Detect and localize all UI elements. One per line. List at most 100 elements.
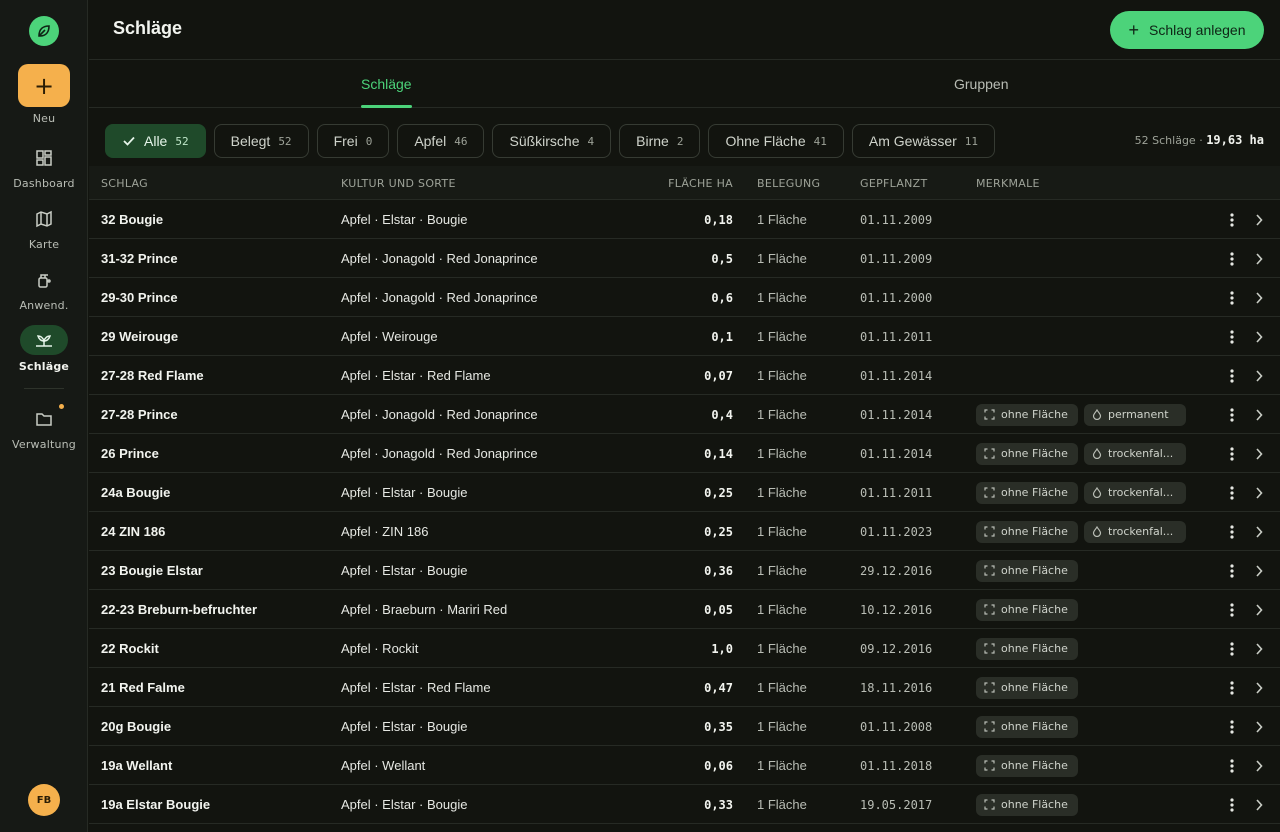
- more-options-icon[interactable]: [1222, 512, 1242, 551]
- table-row[interactable]: 26 Prince Apfel · Jonagold · Red Jonaprin…: [89, 434, 1280, 473]
- filter-chip-am-gewaesser[interactable]: Am Gewässer 11: [851, 124, 996, 158]
- filter-chip-apfel[interactable]: Apfel 46: [397, 124, 485, 158]
- table-row[interactable]: 19a Wellant Apfel · Wellant 0,06 1 Fläche 01…: [89, 746, 1280, 785]
- map-icon[interactable]: [32, 207, 56, 231]
- sidebar-item-verwaltung[interactable]: Verwaltung: [0, 438, 88, 451]
- table-row[interactable]: 19a Elstar Bougie Apfel · Elstar · Bougie…: [89, 785, 1280, 824]
- dashboard-icon[interactable]: [32, 146, 56, 170]
- chevron-right-icon[interactable]: [1249, 239, 1269, 278]
- schlag-name[interactable]: 24 ZIN 186: [101, 512, 165, 551]
- column-header-gepflanzt[interactable]: GEPFLANZT: [860, 166, 928, 200]
- sidebar-item-karte[interactable]: Karte: [0, 238, 88, 251]
- table-row[interactable]: 23 Bougie Elstar Apfel · Elstar · Bougie 0…: [89, 551, 1280, 590]
- tab-gruppen[interactable]: Gruppen: [954, 60, 1008, 108]
- more-options-icon[interactable]: [1222, 200, 1242, 239]
- create-schlag-button[interactable]: + Schlag anlegen: [1110, 11, 1264, 49]
- chevron-right-icon[interactable]: [1249, 551, 1269, 590]
- schlag-name[interactable]: 20g Bougie: [101, 707, 171, 746]
- more-options-icon[interactable]: [1222, 707, 1242, 746]
- more-options-icon[interactable]: [1222, 278, 1242, 317]
- table-row[interactable]: 21 Red Falme Apfel · Elstar · Red Flame 0,…: [89, 668, 1280, 707]
- plant-icon[interactable]: [32, 328, 56, 352]
- more-options-icon[interactable]: [1222, 551, 1242, 590]
- table-row[interactable]: 22 Rockit Apfel · Rockit 1,0 1 Fläche 09.12.…: [89, 629, 1280, 668]
- flaeche-value: 0,36: [704, 563, 733, 578]
- table-row[interactable]: 20g Bougie Apfel · Elstar · Bougie 0,35 1 F…: [89, 707, 1280, 746]
- schlag-name[interactable]: 19a Wellant: [101, 746, 172, 785]
- more-options-icon[interactable]: [1222, 356, 1242, 395]
- frame-icon: [984, 721, 995, 732]
- filter-chip-ohne-flaeche[interactable]: Ohne Fläche 41: [708, 124, 844, 158]
- chevron-right-icon[interactable]: [1249, 317, 1269, 356]
- schlag-name[interactable]: 27-28 Red Flame: [101, 356, 204, 395]
- chevron-right-icon[interactable]: [1249, 746, 1269, 785]
- schlag-name[interactable]: 23 Bougie Elstar: [101, 551, 203, 590]
- sidebar-item-dashboard[interactable]: Dashboard: [0, 177, 88, 190]
- more-options-icon[interactable]: [1222, 746, 1242, 785]
- chevron-right-icon[interactable]: [1249, 629, 1269, 668]
- filter-chip-birne[interactable]: Birne 2: [619, 124, 701, 158]
- chevron-right-icon[interactable]: [1249, 434, 1269, 473]
- sprayer-icon[interactable]: [32, 268, 56, 292]
- chevron-right-icon[interactable]: [1249, 200, 1269, 239]
- feature-tag: trockenfal...: [1084, 442, 1186, 465]
- schlag-name[interactable]: 26 Prince: [101, 434, 159, 473]
- chevron-right-icon[interactable]: [1249, 590, 1269, 629]
- more-options-icon[interactable]: [1222, 395, 1242, 434]
- schlag-name[interactable]: 21 Red Falme: [101, 668, 185, 707]
- table-row[interactable]: 31-32 Prince Apfel · Jonagold · Red Jonap…: [89, 239, 1280, 278]
- leaf-logo-icon[interactable]: [29, 16, 59, 46]
- filter-chip-belegt[interactable]: Belegt 52: [213, 124, 309, 158]
- folder-icon[interactable]: [32, 407, 56, 431]
- more-options-icon[interactable]: [1222, 473, 1242, 512]
- table-row[interactable]: 32 Bougie Apfel · Elstar · Bougie 0,18 1 Fl…: [89, 200, 1280, 239]
- chevron-right-icon[interactable]: [1249, 395, 1269, 434]
- column-header-kultur[interactable]: KULTUR UND SORTE: [341, 166, 456, 200]
- sidebar-item-schlaege[interactable]: Schläge: [0, 360, 88, 373]
- schlag-name[interactable]: 22 Rockit: [101, 629, 159, 668]
- more-options-icon[interactable]: [1222, 317, 1242, 356]
- chevron-right-icon[interactable]: [1249, 668, 1269, 707]
- tab-schlaege[interactable]: Schläge: [361, 60, 412, 108]
- filter-chip-suesskirsche[interactable]: Süßkirsche 4: [492, 124, 612, 158]
- sidebar-item-anwend[interactable]: Anwend.: [0, 299, 88, 312]
- table-row[interactable]: 24 ZIN 186 Apfel · ZIN 186 0,25 1 Fläche 01.…: [89, 512, 1280, 551]
- chevron-right-icon[interactable]: [1249, 356, 1269, 395]
- table-row[interactable]: 29 Weirouge Apfel · Weirouge 0,1 1 Fläche 01…: [89, 317, 1280, 356]
- table-row[interactable]: 29-30 Prince Apfel · Jonagold · Red Jonap…: [89, 278, 1280, 317]
- schlag-name[interactable]: 27-28 Prince: [101, 395, 178, 434]
- chevron-right-icon[interactable]: [1249, 512, 1269, 551]
- chevron-right-icon[interactable]: [1249, 473, 1269, 512]
- more-options-icon[interactable]: [1222, 629, 1242, 668]
- summary: 52 Schläge · 19,63 ha: [1135, 133, 1264, 147]
- column-header-belegung[interactable]: BELEGUNG: [757, 166, 820, 200]
- column-header-merkmale[interactable]: MERKMALE: [976, 166, 1040, 200]
- more-options-icon[interactable]: [1222, 434, 1242, 473]
- table-row[interactable]: 27-28 Prince Apfel · Jonagold · Red Jonap…: [89, 395, 1280, 434]
- avatar[interactable]: FB: [28, 784, 60, 816]
- table-row[interactable]: 22-23 Breburn-befruchter Apfel · Braeburn…: [89, 590, 1280, 629]
- column-header-schlag[interactable]: SCHLAG: [101, 166, 148, 200]
- chevron-right-icon[interactable]: [1249, 707, 1269, 746]
- schlag-name[interactable]: 22-23 Breburn-befruchter: [101, 590, 257, 629]
- filter-chip-frei[interactable]: Frei 0: [316, 124, 390, 158]
- chevron-right-icon[interactable]: [1249, 278, 1269, 317]
- more-options-icon[interactable]: [1222, 590, 1242, 629]
- schlag-name[interactable]: 29-30 Prince: [101, 278, 178, 317]
- filter-chip-alle[interactable]: Alle 52: [105, 124, 206, 158]
- column-header-flaeche[interactable]: FLÄCHE HA: [668, 166, 733, 200]
- schlag-name[interactable]: 32 Bougie: [101, 200, 163, 239]
- schlag-name[interactable]: 31-32 Prince: [101, 239, 178, 278]
- schlag-name[interactable]: 19a Elstar Bougie: [101, 785, 210, 824]
- table-row[interactable]: 27-28 Red Flame Apfel · Elstar · Red Flam…: [89, 356, 1280, 395]
- table-row[interactable]: 24a Bougie Apfel · Elstar · Bougie 0,25 1 F…: [89, 473, 1280, 512]
- new-button[interactable]: +: [18, 64, 70, 107]
- filter-chips: Alle 52 Belegt 52 Frei 0 Apfel 46 Süßkir…: [105, 124, 996, 158]
- schlag-name[interactable]: 29 Weirouge: [101, 317, 178, 356]
- schlag-name[interactable]: 24a Bougie: [101, 473, 170, 512]
- gepflanzt-date: 01.11.2008: [860, 719, 933, 734]
- more-options-icon[interactable]: [1222, 239, 1242, 278]
- more-options-icon[interactable]: [1222, 668, 1242, 707]
- more-options-icon[interactable]: [1222, 785, 1242, 824]
- chevron-right-icon[interactable]: [1249, 785, 1269, 824]
